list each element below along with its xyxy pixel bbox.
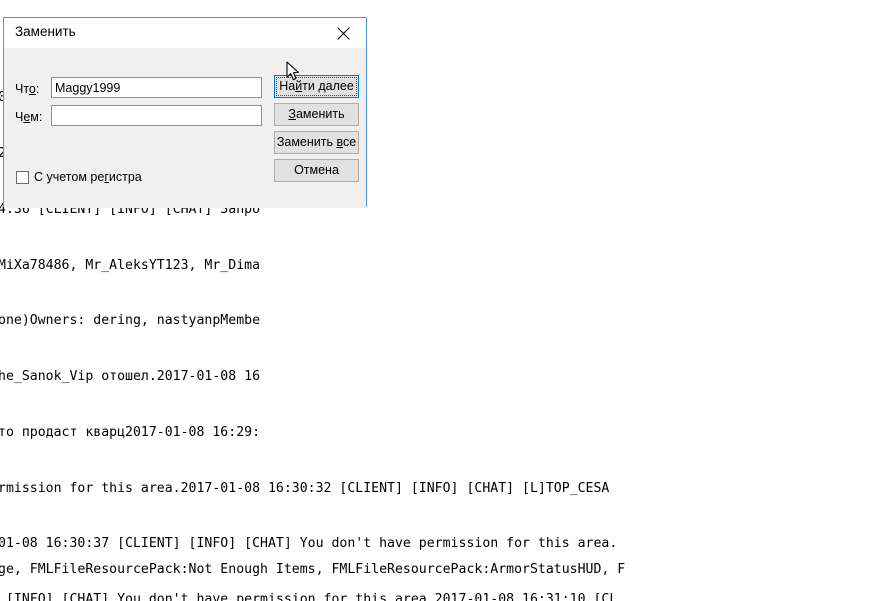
- replace-all-button[interactable]: Заменить все: [274, 131, 359, 154]
- log-line: ] [INFO] [CHAT] You don't have permissio…: [0, 480, 610, 496]
- dialog-titlebar[interactable]: Заменить: [4, 18, 366, 48]
- log-line: umpkin, Miss_Julia, Mister_Toxa, MiXa784…: [0, 257, 261, 273]
- what-label-mnemonic: о: [28, 82, 36, 96]
- log-line: FO] [CHAT] [Вопрос] Olive_tree: кто прод…: [0, 424, 261, 440]
- log-text-bottom-block: FMLFileResourcePack:Minecraft Forge, FML…: [0, 524, 625, 601]
- replace-label-mnemonic: З: [288, 107, 296, 121]
- log-line: type=cuboid, priority=0)Flags: (none)Own…: [0, 313, 261, 329]
- close-button[interactable]: [322, 18, 366, 47]
- match-case-checkbox[interactable]: [16, 171, 29, 184]
- find-next-button[interactable]: Найти далее: [274, 75, 359, 98]
- with-label-suffix: м:: [30, 110, 43, 124]
- dialog-body: [4, 48, 366, 208]
- replace-dialog[interactable]: Заменить Что: Чем: Найти далее Заменить …: [3, 17, 367, 208]
- find-next-label-suffix: ти далее: [302, 79, 354, 93]
- match-case-label-suffix: истра: [108, 170, 142, 184]
- replace-input[interactable]: [51, 105, 262, 126]
- dialog-title: Заменить: [15, 24, 76, 39]
- match-case-label-prefix: С учетом ре: [34, 170, 105, 184]
- replace-label-suffix: аменить: [295, 107, 345, 121]
- what-label-suffix: :: [35, 82, 40, 96]
- log-line: _28:22 [CLIENT] [INFO] [CHAT] * The_Sano…: [0, 369, 261, 385]
- replace-all-label-prefix: Заменить: [276, 135, 337, 149]
- replace-all-label-suffix: се: [342, 135, 357, 149]
- find-next-label-prefix: На: [279, 79, 296, 93]
- cancel-button[interactable]: Отмена: [274, 159, 359, 182]
- search-input[interactable]: [51, 77, 262, 98]
- log-line: FMLFileResourcePack:Minecraft Forge, FML…: [0, 562, 626, 578]
- what-label-prefix: Чт: [15, 82, 29, 96]
- with-field-label: Чем:: [15, 110, 42, 124]
- what-field-label: Что:: [15, 82, 39, 96]
- match-case-label: С учетом регистра: [34, 170, 142, 184]
- replace-button[interactable]: Заменить: [274, 103, 359, 126]
